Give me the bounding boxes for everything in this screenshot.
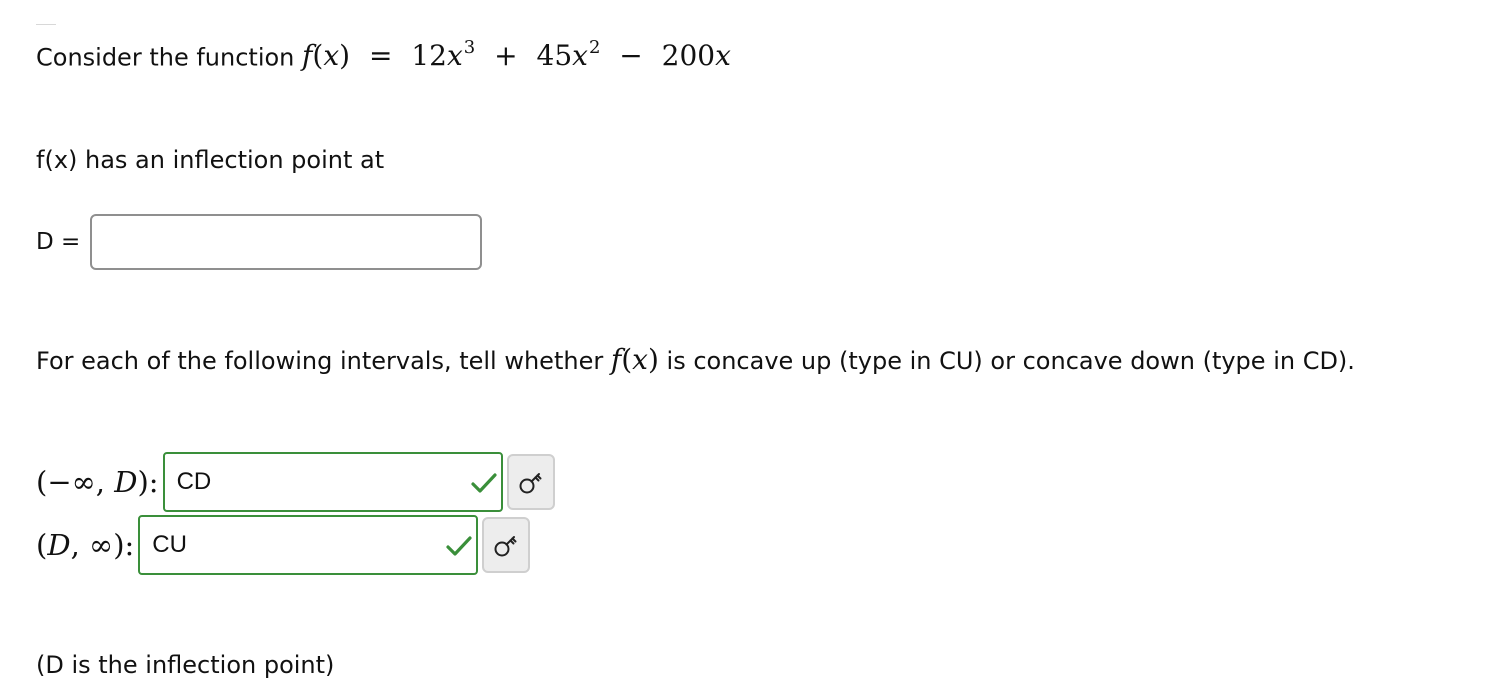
interval-label: (−∞, D):	[36, 465, 159, 499]
term-c-variable: x	[715, 39, 731, 73]
d-field-label: D =	[36, 229, 81, 255]
answer-key-button[interactable]	[482, 517, 531, 573]
intervals-prompt-function: f(x)	[610, 343, 659, 376]
term-b-exponent: 2	[588, 37, 601, 58]
intervals-prompt: For each of the following intervals, tel…	[36, 340, 1456, 381]
interval-label-suffix: , ∞):	[70, 528, 135, 562]
interval-answer-field[interactable]: CU	[138, 515, 479, 575]
interval-label-variable: D	[47, 528, 71, 562]
key-icon	[494, 536, 517, 557]
function-equation: f(x) = 12x3 + 45x2 − 200x	[302, 37, 731, 73]
check-icon	[446, 536, 472, 556]
intervals-function-name: f	[610, 343, 622, 376]
d-field-row: D =	[36, 212, 483, 272]
term-b-coeff: 45	[536, 39, 573, 73]
top-divider	[36, 24, 56, 25]
term-a-variable: x	[446, 39, 463, 73]
footer-note: (D is the inflection point)	[36, 651, 335, 679]
answer-key-button[interactable]	[506, 454, 555, 510]
term-b-variable: x	[572, 39, 588, 73]
interval-label: (D, ∞):	[36, 528, 134, 562]
term-c-coeff: 200	[661, 39, 716, 73]
problem-statement: Consider the function f(x) = 12x3 + 45x2…	[36, 30, 731, 77]
equals-sign: =	[368, 39, 393, 73]
interval-label-prefix: (−∞,	[36, 465, 115, 499]
interval-label-suffix: ):	[137, 465, 159, 499]
interval-label-prefix: (	[36, 528, 48, 562]
plus-sign: +	[494, 39, 518, 73]
check-icon	[470, 473, 497, 493]
intervals-prompt-before: For each of the following intervals, tel…	[36, 347, 604, 375]
inflection-prompt: f(x) has an inflection point at	[36, 146, 385, 174]
minus-sign: −	[619, 39, 643, 73]
function-name: f	[302, 39, 313, 73]
interval-answer-field[interactable]: CD	[162, 452, 503, 512]
problem-intro-text: Consider the function	[36, 43, 295, 72]
interval-answer-value: CD	[176, 468, 212, 495]
term-a-coeff: 12	[411, 39, 447, 73]
term-a-exponent: 3	[463, 37, 476, 58]
interval-row: (D, ∞): CU	[36, 515, 531, 575]
interval-row: (−∞, D): CD	[36, 452, 555, 512]
interval-answer-value: CU	[152, 531, 187, 558]
key-icon	[519, 473, 542, 494]
d-input[interactable]	[90, 214, 483, 270]
interval-label-variable: D	[114, 465, 138, 499]
intervals-function-variable: x	[632, 343, 648, 376]
page: Consider the function f(x) = 12x3 + 45x2…	[0, 0, 1490, 686]
intervals-prompt-after: is concave up (type in CU) or concave do…	[666, 347, 1355, 375]
function-variable: x	[323, 39, 340, 73]
